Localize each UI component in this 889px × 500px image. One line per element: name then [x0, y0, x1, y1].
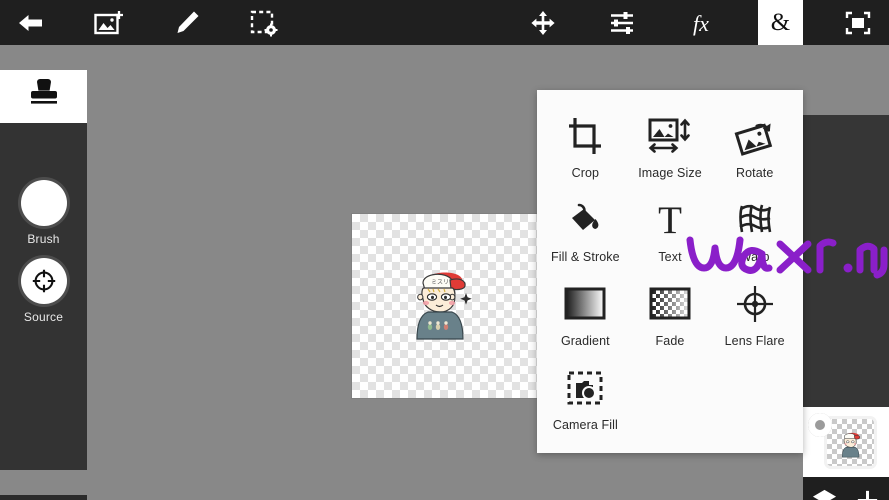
fx-icon: fx — [686, 9, 716, 37]
adjustments-button[interactable] — [592, 0, 654, 45]
layer-visibility-toggle[interactable] — [808, 413, 832, 437]
menu-item-lens-flare[interactable]: Lens Flare — [712, 272, 797, 356]
menu-item-label: Image Size — [638, 166, 702, 180]
clone-stamp-tool[interactable] — [0, 70, 87, 123]
warp-grid-icon — [735, 197, 775, 243]
workspace: ミスリ Brush Source Crop Image Size Rotate … — [0, 45, 889, 500]
tool-sidebar: Brush Source — [0, 70, 87, 500]
fade-checker-icon — [648, 281, 692, 327]
crop-icon — [565, 113, 605, 159]
fullscreen-icon — [844, 10, 872, 36]
menu-item-camera-fill[interactable]: Camera Fill — [543, 356, 628, 440]
menu-item-label: Fill & Stroke — [550, 250, 620, 264]
tools-dropdown-menu: Crop Image Size Rotate Fill & Stroke T T… — [537, 90, 803, 453]
plus-icon[interactable] — [854, 487, 881, 500]
menu-item-label: Warp — [739, 250, 770, 264]
canvas-artwork: ミスリ — [416, 272, 472, 340]
move-arrows-icon — [530, 10, 556, 36]
svg-text:ミスリ: ミスリ — [431, 279, 449, 286]
menu-item-label: Crop — [571, 166, 600, 180]
pencil-icon — [173, 9, 201, 37]
menu-item-image-size[interactable]: Image Size — [628, 104, 713, 188]
menu-item-label: Text — [658, 250, 682, 264]
back-arrow-icon — [17, 11, 45, 35]
sidebar-item-source[interactable]: Source — [0, 258, 87, 324]
rotate-icon — [733, 113, 777, 159]
menu-item-label: Rotate — [735, 166, 774, 180]
brush-circle-icon — [20, 180, 67, 226]
layer-thumbnail-art — [842, 432, 861, 458]
menu-item-label: Lens Flare — [724, 334, 785, 348]
more-tools-button[interactable]: & — [758, 0, 803, 45]
layer-actions-bar — [803, 477, 889, 500]
paint-bucket-icon — [565, 197, 605, 243]
add-image-icon — [94, 9, 124, 37]
history-controls — [0, 495, 87, 500]
image-size-icon — [647, 113, 693, 159]
top-toolbar: fx & — [0, 0, 889, 45]
svg-text:fx: fx — [693, 11, 709, 36]
camera-fill-icon — [565, 365, 605, 411]
effects-button[interactable]: fx — [670, 0, 732, 45]
menu-item-gradient[interactable]: Gradient — [543, 272, 628, 356]
tools-grid: Crop Image Size Rotate Fill & Stroke T T… — [537, 90, 803, 440]
svg-text:T: T — [658, 200, 682, 240]
layers-stack-icon[interactable] — [811, 487, 838, 500]
sidebar-item-label-brush: Brush — [27, 232, 60, 246]
menu-item-fill-stroke[interactable]: Fill & Stroke — [543, 188, 628, 272]
source-target-icon — [20, 258, 67, 304]
ampersand-icon: & — [770, 9, 791, 36]
text-t-icon: T — [650, 197, 690, 243]
menu-item-label: Fade — [655, 334, 685, 348]
sliders-icon — [609, 10, 637, 36]
lens-flare-icon — [735, 281, 775, 327]
menu-item-crop[interactable]: Crop — [543, 104, 628, 188]
layer-list — [803, 407, 889, 477]
add-image-button[interactable] — [78, 0, 140, 45]
gradient-icon — [563, 281, 607, 327]
brush-tool-button[interactable] — [156, 0, 218, 45]
menu-item-label: Gradient — [560, 334, 610, 348]
right-panel — [803, 115, 889, 407]
fullscreen-button[interactable] — [827, 0, 889, 45]
menu-item-rotate[interactable]: Rotate — [712, 104, 797, 188]
menu-item-fade[interactable]: Fade — [628, 272, 713, 356]
sidebar-item-brush[interactable]: Brush — [0, 180, 87, 246]
menu-item-text[interactable]: T Text — [628, 188, 713, 272]
menu-item-label: Camera Fill — [552, 418, 618, 432]
sidebar-item-label-source: Source — [23, 310, 64, 324]
selection-settings-icon — [250, 9, 280, 37]
transform-button[interactable] — [512, 0, 574, 45]
selection-tool-button[interactable] — [234, 0, 296, 45]
back-button[interactable] — [0, 0, 62, 45]
menu-item-warp[interactable]: Warp — [712, 188, 797, 272]
stamp-icon — [26, 77, 62, 116]
